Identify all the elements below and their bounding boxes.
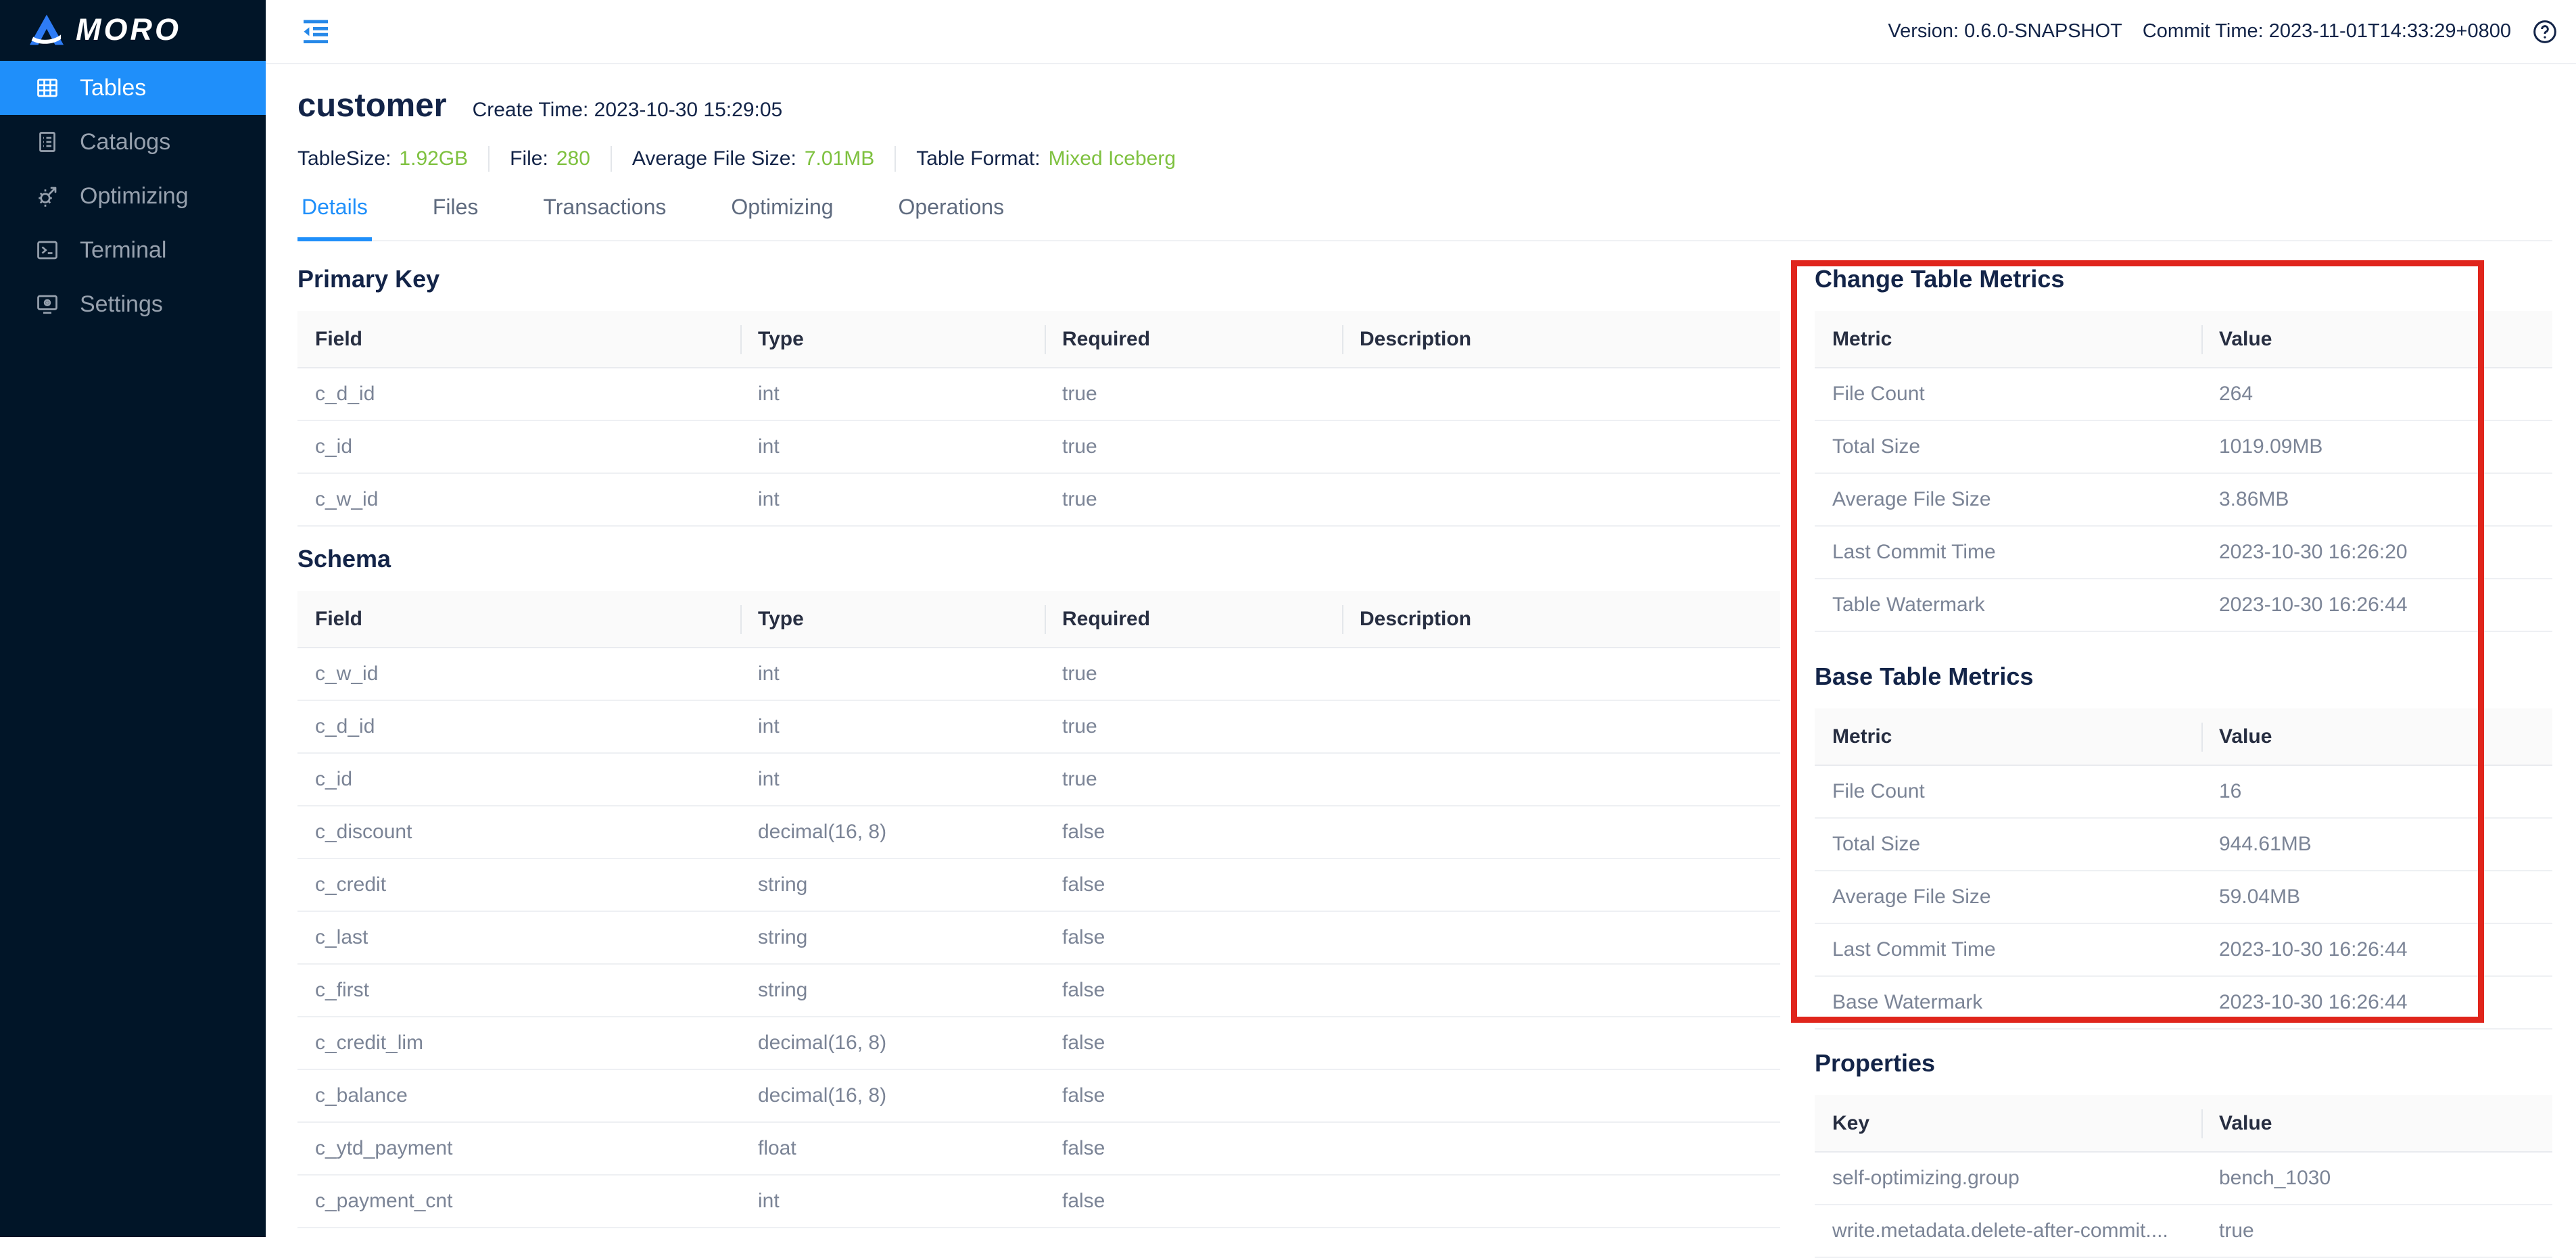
- schema-section: Schema Field Type Required Description c…: [297, 545, 1780, 1228]
- table-row: File Count 264: [1815, 368, 2552, 421]
- section-title: Change Table Metrics: [1815, 265, 2552, 293]
- table-row: write.metadata.delete-after-commit.... t…: [1815, 1205, 2552, 1258]
- table-row: Average File Size 3.86MB: [1815, 474, 2552, 527]
- menu-fold-icon[interactable]: [300, 15, 332, 47]
- section-title: Primary Key: [297, 265, 1780, 293]
- table-row: c_credit_lim decimal(16, 8) false: [297, 1017, 1780, 1070]
- table-row: c_id int true: [297, 754, 1780, 806]
- stat-value: 280: [556, 147, 590, 170]
- change-table-metrics-section: Change Table Metrics Metric Value File C…: [1815, 265, 2552, 632]
- sidebar-item-label: Tables: [80, 75, 146, 101]
- section-title: Schema: [297, 545, 1780, 573]
- table-row: c_credit string false: [297, 859, 1780, 912]
- primary-key-table-body: c_d_id int true c_id int true c_w_id int…: [297, 368, 1780, 527]
- table-row: c_id int true: [297, 421, 1780, 474]
- table-row: Last Commit Time 2023-10-30 16:26:44: [1815, 924, 2552, 977]
- table-row: c_balance decimal(16, 8) false: [297, 1070, 1780, 1123]
- table-row: Average File Size 59.04MB: [1815, 871, 2552, 924]
- optimize-gear-icon: [35, 184, 59, 208]
- sidebar-item-optimizing[interactable]: Optimizing: [0, 169, 266, 223]
- primary-key-section: Primary Key Field Type Required Descript…: [297, 265, 1780, 527]
- stat-avg-file-size: Average File Size: 7.01MB: [611, 146, 895, 172]
- tab-files[interactable]: Files: [429, 195, 483, 240]
- table-row: c_w_id int true: [297, 474, 1780, 527]
- table-row: c_w_id int true: [297, 648, 1780, 701]
- table-row: c_d_id int true: [297, 368, 1780, 421]
- catalog-list-icon: [35, 130, 59, 154]
- amoro-logo-text: MORO: [76, 12, 181, 47]
- table-stats-row: TableSize: 1.92GB File: 280 Average File…: [297, 146, 1196, 172]
- table-row: Table Watermark 2023-10-30 16:26:44: [1815, 579, 2552, 632]
- page-title: customer: [297, 87, 447, 124]
- sidebar-item-label: Terminal: [80, 237, 166, 264]
- tab-transactions[interactable]: Transactions: [539, 195, 670, 240]
- properties-section: Properties Key Value self-optimizing.gro…: [1815, 1049, 2552, 1258]
- table-header-row: Metric Value: [1815, 311, 2552, 368]
- table-row: c_discount decimal(16, 8) false: [297, 806, 1780, 859]
- base-table-metrics-section: Base Table Metrics Metric Value File Cou…: [1815, 662, 2552, 1030]
- table-grid-icon: [35, 76, 59, 100]
- table-row: c_d_id int true: [297, 701, 1780, 754]
- section-title: Base Table Metrics: [1815, 662, 2552, 691]
- sidebar-item-label: Catalogs: [80, 129, 170, 155]
- table-row: Total Size 944.61MB: [1815, 819, 2552, 871]
- settings-monitor-icon: [35, 292, 59, 316]
- sidebar-menu: Tables Catalogs Optimizing Terminal: [0, 61, 266, 331]
- table-row: Total Size 1019.09MB: [1815, 421, 2552, 474]
- table-row: self-optimizing.group bench_1030: [1815, 1153, 2552, 1205]
- tab-optimizing[interactable]: Optimizing: [727, 195, 837, 240]
- sidebar-item-label: Optimizing: [80, 183, 189, 210]
- sidebar-item-terminal[interactable]: Terminal: [0, 223, 266, 277]
- table-row: Base Watermark 2023-10-30 16:26:44: [1815, 977, 2552, 1030]
- topbar: Version: 0.6.0-SNAPSHOT Commit Time: 202…: [266, 0, 2576, 64]
- topbar-right: Version: 0.6.0-SNAPSHOT Commit Time: 202…: [1888, 0, 2558, 63]
- amoro-logo[interactable]: MORO: [27, 12, 181, 47]
- table-row: Last Commit Time 2023-10-30 16:26:20: [1815, 527, 2552, 579]
- properties-table-body: self-optimizing.group bench_1030 write.m…: [1815, 1153, 2552, 1258]
- version-text: Version: 0.6.0-SNAPSHOT: [1888, 20, 2122, 43]
- base-metrics-table-body: File Count 16 Total Size 944.61MB Averag…: [1815, 766, 2552, 1030]
- stat-table-size: TableSize: 1.92GB: [297, 146, 488, 172]
- change-metrics-table-body: File Count 264 Total Size 1019.09MB Aver…: [1815, 368, 2552, 632]
- tab-details[interactable]: Details: [297, 195, 372, 240]
- stat-value: 7.01MB: [805, 147, 874, 170]
- table-row: c_first string false: [297, 965, 1780, 1017]
- amoro-table-detail-page: { "sidebar": { "logo_text": "MORO", "ite…: [0, 0, 2576, 1237]
- detail-tabs: Details Files Transactions Optimizing Op…: [297, 195, 2552, 241]
- sidebar-item-label: Settings: [80, 291, 163, 318]
- table-row: c_last string false: [297, 912, 1780, 965]
- table-header-row: Metric Value: [1815, 708, 2552, 766]
- sidebar: MORO Tables Catalogs Optimiz: [0, 0, 266, 1237]
- table-row: c_payment_cnt int false: [297, 1176, 1780, 1228]
- amoro-logo-a-icon: [27, 14, 66, 46]
- question-circle-icon[interactable]: [2531, 18, 2558, 45]
- sidebar-item-settings[interactable]: Settings: [0, 277, 266, 331]
- stat-value: 1.92GB: [399, 147, 468, 170]
- table-header-row: Field Type Required Description: [297, 311, 1780, 368]
- sidebar-item-catalogs[interactable]: Catalogs: [0, 115, 266, 169]
- page-header: customer Create Time: 2023-10-30 15:29:0…: [297, 87, 782, 124]
- stat-table-format: Table Format: Mixed Iceberg: [895, 146, 1196, 172]
- terminal-icon: [35, 238, 59, 262]
- schema-table-body: c_w_id int true c_d_id int true c_id int…: [297, 648, 1780, 1228]
- create-time: Create Time: 2023-10-30 15:29:05: [473, 99, 783, 122]
- table-header-row: Key Value: [1815, 1095, 2552, 1153]
- sidebar-item-tables[interactable]: Tables: [0, 61, 266, 115]
- table-header-row: Field Type Required Description: [297, 591, 1780, 648]
- table-row: File Count 16: [1815, 766, 2552, 819]
- stat-value: Mixed Iceberg: [1049, 147, 1176, 170]
- tab-operations[interactable]: Operations: [895, 195, 1009, 240]
- section-title: Properties: [1815, 1049, 2552, 1078]
- stat-file-count: File: 280: [488, 146, 611, 172]
- table-row: c_ytd_payment float false: [297, 1123, 1780, 1176]
- commit-time-text: Commit Time: 2023-11-01T14:33:29+0800: [2143, 20, 2511, 43]
